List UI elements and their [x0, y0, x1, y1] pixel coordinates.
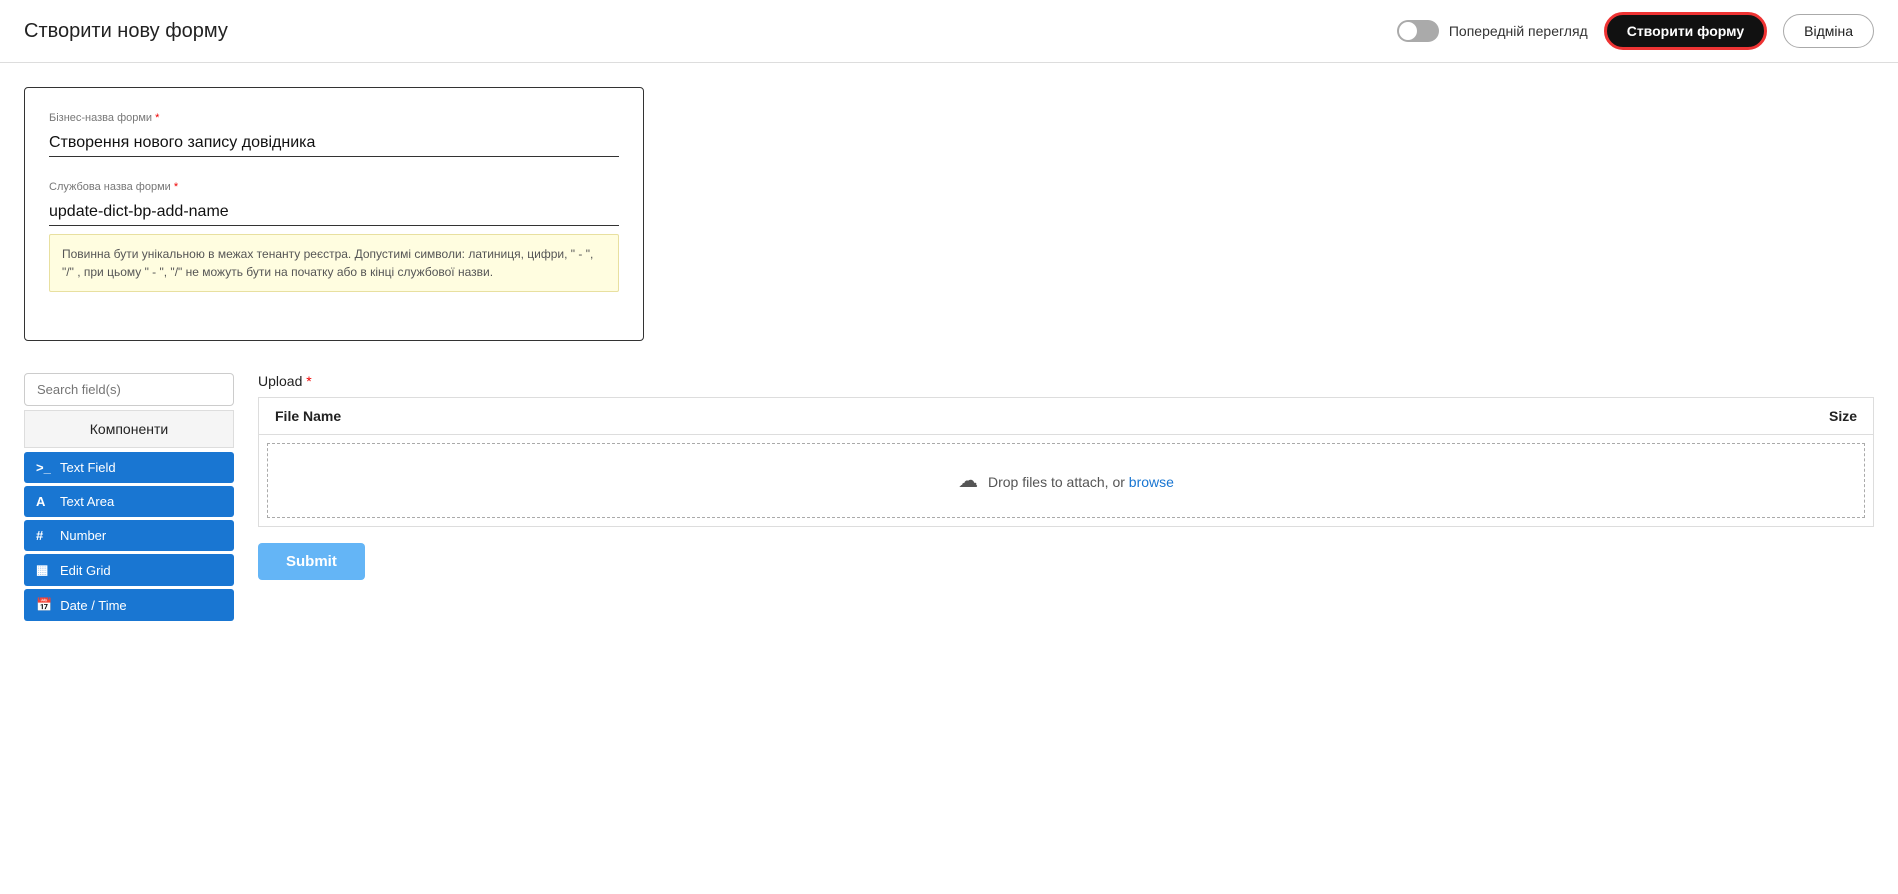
- component-item-number[interactable]: # Number: [24, 520, 234, 551]
- browse-link[interactable]: browse: [1129, 474, 1174, 490]
- service-name-hint: Повинна бути унікальною в межах тенанту …: [49, 234, 619, 292]
- col-filename: File Name: [259, 398, 1260, 435]
- preview-toggle-wrapper: Попередній перегляд: [1397, 20, 1588, 42]
- right-panel: Upload * File Name Size ☁ Drop fil: [258, 373, 1874, 624]
- left-panel: Компоненти >_ Text Field A Text Area # N…: [24, 373, 234, 624]
- upload-cloud-icon: ☁: [958, 470, 978, 492]
- upload-table: File Name Size ☁ Drop files to attach, o…: [258, 397, 1874, 527]
- number-label: Number: [60, 528, 106, 543]
- components-header: Компоненти: [24, 410, 234, 448]
- number-icon: #: [36, 528, 52, 543]
- editgrid-icon: ▦: [36, 562, 52, 578]
- service-name-label: Службова назва форми *: [49, 181, 619, 193]
- upload-label: Upload *: [258, 373, 1874, 389]
- textfield-label: Text Field: [60, 460, 116, 475]
- component-item-editgrid[interactable]: ▦ Edit Grid: [24, 554, 234, 586]
- col-size: Size: [1259, 398, 1873, 435]
- preview-toggle[interactable]: [1397, 20, 1439, 42]
- drop-area[interactable]: ☁ Drop files to attach, or browse: [267, 443, 1865, 518]
- form-card: Бізнес-назва форми * Службова назва форм…: [24, 87, 644, 341]
- cancel-button[interactable]: Відміна: [1783, 14, 1874, 48]
- business-name-input[interactable]: [49, 130, 619, 157]
- textarea-label: Text Area: [60, 494, 114, 509]
- textfield-icon: >_: [36, 460, 52, 475]
- search-input[interactable]: [24, 373, 234, 406]
- service-name-input[interactable]: [49, 199, 619, 226]
- datetime-icon: 📅: [36, 597, 52, 613]
- datetime-label: Date / Time: [60, 598, 126, 613]
- submit-button[interactable]: Submit: [258, 543, 365, 580]
- header: Створити нову форму Попередній перегляд …: [0, 0, 1898, 63]
- component-item-textarea[interactable]: A Text Area: [24, 486, 234, 517]
- business-name-label: Бізнес-назва форми *: [49, 112, 619, 124]
- main-content: Бізнес-назва форми * Службова назва форм…: [0, 63, 1898, 648]
- drop-area-row: ☁ Drop files to attach, or browse: [259, 435, 1874, 527]
- textarea-icon: A: [36, 494, 52, 509]
- create-form-button[interactable]: Створити форму: [1604, 12, 1767, 50]
- service-name-group: Службова назва форми * Повинна бути унік…: [49, 181, 619, 292]
- header-right: Попередній перегляд Створити форму Відмі…: [1397, 12, 1874, 50]
- preview-label: Попередній перегляд: [1449, 23, 1588, 39]
- component-item-textfield[interactable]: >_ Text Field: [24, 452, 234, 483]
- business-name-group: Бізнес-назва форми *: [49, 112, 619, 157]
- bottom-section: Компоненти >_ Text Field A Text Area # N…: [24, 373, 1874, 624]
- component-item-datetime[interactable]: 📅 Date / Time: [24, 589, 234, 621]
- page-title: Створити нову форму: [24, 20, 228, 43]
- editgrid-label: Edit Grid: [60, 563, 111, 578]
- drop-text: Drop files to attach, or: [988, 474, 1125, 490]
